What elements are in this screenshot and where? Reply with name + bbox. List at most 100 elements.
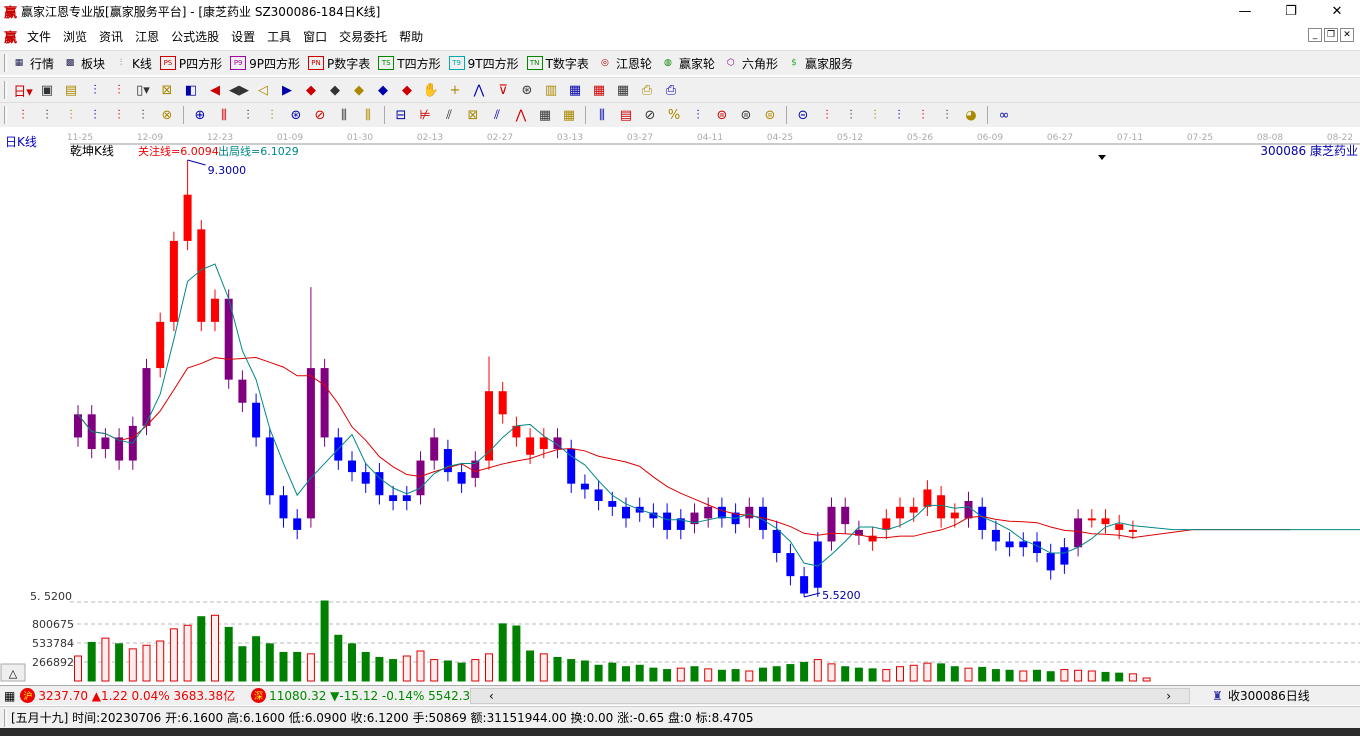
toolbar-ps-button[interactable]: PS P四方形	[159, 55, 222, 72]
menu-settings[interactable]: 设置	[225, 28, 261, 45]
tool-icon[interactable]: 日▾	[11, 80, 35, 100]
maximize-button[interactable]: ❐	[1268, 0, 1314, 22]
close-button[interactable]: ✕	[1314, 0, 1360, 22]
tool-icon[interactable]: ∞	[992, 105, 1016, 125]
toolbar-t9-button[interactable]: T9 9T四方形	[448, 55, 519, 72]
tool-icon[interactable]: ⫽	[437, 105, 461, 125]
scroll-right-button[interactable]: ›	[1166, 689, 1171, 703]
toolbar-tn-button[interactable]: TN T数字表	[526, 55, 589, 72]
tool-icon[interactable]: ▥	[539, 80, 563, 100]
tool-icon[interactable]: ◆	[371, 80, 395, 100]
tool-icon[interactable]: ⊠	[155, 80, 179, 100]
tool-icon[interactable]: ▦	[587, 80, 611, 100]
toolbar-ts-button[interactable]: TS T四方形	[378, 55, 441, 72]
tool-icon[interactable]: ⊜	[710, 105, 734, 125]
tool-icon[interactable]: ◁	[251, 80, 275, 100]
tool-icon[interactable]: ⎙	[635, 80, 659, 100]
toolbar-hexagon-button[interactable]: ⬡ 六角形	[723, 55, 778, 72]
toolbar-blocks-button[interactable]: ▩ 板块	[62, 55, 105, 72]
tool-icon[interactable]: ⫶	[59, 105, 83, 125]
tool-icon[interactable]: ⫶	[686, 105, 710, 125]
tool-icon[interactable]: ⋀	[509, 105, 533, 125]
menu-news[interactable]: 资讯	[93, 28, 129, 45]
tool-icon[interactable]: ⫼	[332, 105, 356, 125]
tool-icon[interactable]: ⫶	[11, 105, 35, 125]
toolbar-pn-button[interactable]: PN P数字表	[308, 55, 370, 72]
tool-icon[interactable]: ⫶	[236, 105, 260, 125]
tool-icon[interactable]: ⊜	[734, 105, 758, 125]
minimize-button[interactable]: —	[1222, 0, 1268, 22]
sz-index-text[interactable]: 11080.32 ▼-15.12 -0.14% 5542.38	[269, 689, 469, 703]
tool-icon[interactable]: ▣	[35, 80, 59, 100]
tool-icon[interactable]: ⫶	[107, 80, 131, 100]
tool-icon[interactable]: ⫶	[83, 80, 107, 100]
tool-icon[interactable]: ⊛	[284, 105, 308, 125]
tool-icon[interactable]: ⫶	[863, 105, 887, 125]
grid-icon[interactable]: ▦	[4, 689, 15, 703]
menu-trade[interactable]: 交易委托	[333, 28, 393, 45]
tool-icon[interactable]: ⊗	[155, 105, 179, 125]
tool-icon[interactable]: ⫶	[839, 105, 863, 125]
tool-icon[interactable]: ⫼	[590, 105, 614, 125]
tool-icon[interactable]: ⫶	[887, 105, 911, 125]
tool-icon[interactable]: ◕	[959, 105, 983, 125]
tool-icon[interactable]: ▦	[533, 105, 557, 125]
mdi-restore-button[interactable]: ❐	[1324, 28, 1338, 42]
tool-icon[interactable]: ⋀	[467, 80, 491, 100]
tool-icon[interactable]: ▤	[614, 105, 638, 125]
scroll-left-button[interactable]: ‹	[489, 689, 494, 703]
tool-icon[interactable]: ◆	[299, 80, 323, 100]
tool-icon[interactable]: ⊝	[791, 105, 815, 125]
tool-icon[interactable]: %	[662, 105, 686, 125]
tool-icon[interactable]: ⫶	[35, 105, 59, 125]
toolbar-winner-wheel-button[interactable]: ◍ 赢家轮	[660, 55, 715, 72]
tool-icon[interactable]: ⊽	[491, 80, 515, 100]
toolbar-dollar-button[interactable]: $ 赢家服务	[786, 55, 853, 72]
toolbar-grip[interactable]	[4, 106, 7, 124]
tool-icon[interactable]: ◧	[179, 80, 203, 100]
tool-icon[interactable]: ▯▾	[131, 80, 155, 100]
tool-icon[interactable]: ⎙	[659, 80, 683, 100]
tool-icon[interactable]: ✋	[419, 80, 443, 100]
tool-icon[interactable]: +	[443, 80, 467, 100]
sh-index-text[interactable]: 3237.70 ▲1.22 0.04% 3683.38亿	[38, 687, 235, 704]
tool-icon[interactable]: ▦	[611, 80, 635, 100]
tool-icon[interactable]: ⫶	[911, 105, 935, 125]
menu-tools[interactable]: 工具	[261, 28, 297, 45]
toolbar-grip[interactable]	[4, 54, 7, 72]
tool-icon[interactable]: ▶	[275, 80, 299, 100]
tool-icon[interactable]: ⫶	[260, 105, 284, 125]
tool-icon[interactable]: ⫶	[815, 105, 839, 125]
tool-icon[interactable]: ⫽	[485, 105, 509, 125]
tool-icon[interactable]: ⊟	[389, 105, 413, 125]
menu-file[interactable]: 文件	[21, 28, 57, 45]
tool-icon[interactable]: ⊠	[461, 105, 485, 125]
toolbar-candles-button[interactable]: ⫶ K线	[113, 55, 152, 72]
tool-icon[interactable]: ⊭	[413, 105, 437, 125]
tool-icon[interactable]: ⊘	[638, 105, 662, 125]
tool-icon[interactable]: ⫶	[131, 105, 155, 125]
tool-icon[interactable]: ⫼	[212, 105, 236, 125]
tool-icon[interactable]: ⊕	[188, 105, 212, 125]
mdi-close-button[interactable]: ✕	[1340, 28, 1354, 42]
tool-icon[interactable]: ⊛	[515, 80, 539, 100]
menu-help[interactable]: 帮助	[393, 28, 429, 45]
horizontal-scrollbar[interactable]: ‹ ›	[470, 688, 1190, 704]
toolbar-grid-button[interactable]: ▦ 行情	[11, 55, 54, 72]
tool-icon[interactable]: ⊘	[308, 105, 332, 125]
menu-gann[interactable]: 江恩	[129, 28, 165, 45]
collapse-button[interactable]: △	[0, 663, 26, 682]
toolbar-grip[interactable]	[4, 81, 7, 99]
tool-icon[interactable]: ▦	[557, 105, 581, 125]
tool-icon[interactable]: ◆	[395, 80, 419, 100]
menu-browse[interactable]: 浏览	[57, 28, 93, 45]
tool-icon[interactable]: ◆	[323, 80, 347, 100]
tool-icon[interactable]: ◀▶	[227, 80, 251, 100]
tool-icon[interactable]: ⫶	[935, 105, 959, 125]
toolbar-p9-button[interactable]: P9 9P四方形	[230, 55, 300, 72]
tool-icon[interactable]: ▤	[59, 80, 83, 100]
tool-icon[interactable]: ◀	[203, 80, 227, 100]
mdi-minimize-button[interactable]: _	[1308, 28, 1322, 42]
tool-icon[interactable]: ⫶	[107, 105, 131, 125]
tool-icon[interactable]: ◆	[347, 80, 371, 100]
